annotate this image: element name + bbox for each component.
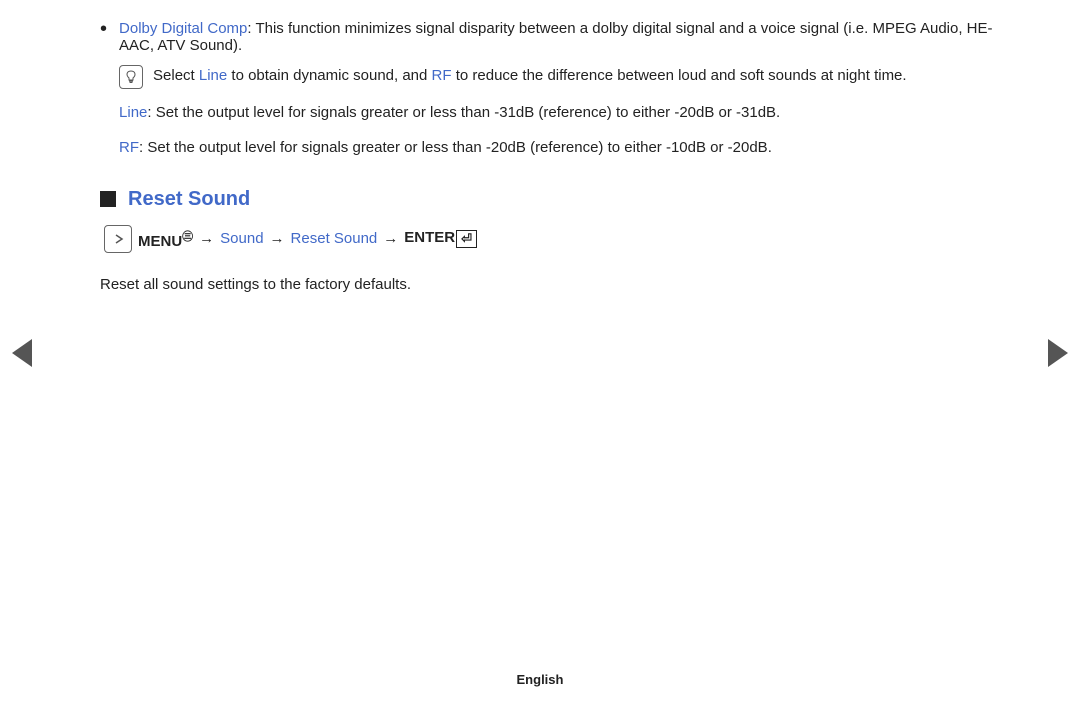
rf-definition: RF: Set the output level for signals gre… (119, 136, 1000, 159)
reset-sound-description: Reset all sound settings to the factory … (100, 273, 1000, 296)
content-area: • Dolby Digital Comp: This function mini… (100, 20, 1000, 296)
menu-path-row: MENU㊂ → Sound → Reset Sound → ENTER⏎ (104, 225, 1000, 253)
path-reset-sound: Reset Sound (291, 230, 378, 247)
enter-icon: ⏎ (456, 230, 477, 248)
path-sound: Sound (220, 230, 263, 247)
arrow-3: → (383, 230, 398, 247)
bullet-content: Dolby Digital Comp: This function minimi… (119, 20, 1000, 160)
note-suffix: to reduce the difference between loud an… (452, 67, 907, 84)
arrow-1: → (199, 230, 214, 247)
note-row: Select Line to obtain dynamic sound, and… (119, 64, 1000, 89)
line-definition: Line: Set the output level for signals g… (119, 101, 1000, 124)
dolby-digital-comp-term: Dolby Digital Comp (119, 20, 247, 37)
note-text: Select Line to obtain dynamic sound, and… (153, 64, 1000, 87)
rf-label: RF (119, 139, 139, 156)
menu-label: MENU㊂ (138, 228, 193, 250)
line-label: Line (119, 104, 147, 121)
note-prefix: Select (153, 67, 199, 84)
heading-row: Reset Sound (100, 188, 1000, 211)
note-line-link: Line (199, 67, 227, 84)
page-container: • Dolby Digital Comp: This function mini… (0, 0, 1080, 705)
note-rf-link: RF (432, 67, 452, 84)
reset-sound-section: Reset Sound MENU㊂ → Sound → Reset Sound … (100, 188, 1000, 296)
arrow-2: → (270, 230, 285, 247)
reset-sound-heading: Reset Sound (128, 188, 250, 211)
page-footer: English (0, 672, 1080, 687)
footer-label: English (517, 672, 564, 687)
rf-text: : Set the output level for signals great… (139, 139, 772, 156)
bullet-dot: • (100, 18, 107, 41)
bullet-section: • Dolby Digital Comp: This function mini… (100, 20, 1000, 160)
enter-label: ENTER⏎ (404, 229, 477, 247)
line-text: : Set the output level for signals great… (147, 104, 780, 121)
note-middle: to obtain dynamic sound, and (227, 67, 431, 84)
menu-icon (104, 225, 132, 253)
note-icon (119, 65, 143, 89)
section-block-icon (100, 191, 116, 207)
